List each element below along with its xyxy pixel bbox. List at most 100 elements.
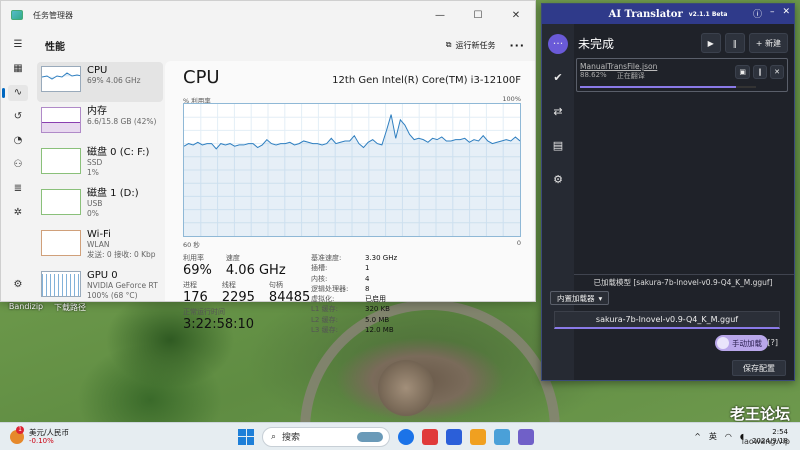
input-language[interactable]: 英 (709, 431, 717, 442)
stat-processes: 进程 176 (183, 281, 208, 305)
stat-uptime: 正常运行时间 3:22:58:10 (183, 308, 255, 332)
perf-item-disk-1[interactable]: 磁盘 1 (D:) USB 0% (37, 185, 163, 225)
section-heading: 未完成 (578, 36, 615, 51)
minimize-button[interactable]: – (770, 7, 775, 20)
model-file-field[interactable]: sakura-7b-lnovel-v0.9-Q4_K_M.gguf (554, 311, 780, 329)
help-link[interactable]: [?] (768, 338, 779, 347)
ai-translator-taskbar-icon[interactable] (518, 428, 534, 445)
divider (574, 274, 794, 275)
task-progress-bar (580, 86, 756, 88)
stat-threads: 线程 2295 (221, 281, 255, 305)
fx-name: 美元/人民币 (29, 427, 70, 437)
users-icon[interactable]: ⚇ (8, 157, 28, 173)
run-task-icon: ⧉ (445, 40, 452, 49)
graph-bottom-axis: 60 秒 0 (183, 239, 521, 249)
minimize-button[interactable]: — (421, 10, 459, 21)
perf-item-wifi[interactable]: Wi-Fi WLAN 发送: 0 接收: 0 Kbp (37, 226, 163, 266)
info-icon[interactable]: ⓘ (753, 7, 762, 20)
stat-speed: 速度 4.06 GHz (225, 254, 286, 278)
cpu-stats: 利用率 69% 速度 4.06 GHz 进程 176 线程 2295 句柄 84… (183, 253, 313, 332)
perf-sub: 0% (87, 209, 99, 218)
perf-sub: 1% (87, 168, 99, 177)
memory-thumbnail-graph (41, 107, 81, 133)
close-button[interactable]: ✕ (497, 10, 535, 21)
menu-icon[interactable]: ☰ (8, 37, 28, 53)
perf-sub: USB (87, 199, 103, 208)
task-card[interactable]: ManualTransFile.json 88.62% 正在翻译 ▣ ‖ ✕ (576, 58, 788, 92)
maximize-button[interactable]: ☐ (459, 10, 497, 21)
perf-name: Wi-Fi (87, 229, 111, 240)
toggle-knob (717, 337, 729, 349)
history-icon[interactable]: ↺ (8, 109, 28, 125)
perf-sub: 发送: 0 接收: 0 Kbp (87, 250, 156, 259)
convert-icon[interactable]: ⇄ (548, 102, 568, 122)
task-manager-taskbar-icon[interactable] (494, 428, 510, 445)
windows-start-icon[interactable] (238, 428, 254, 445)
loader-select[interactable]: 内置加载器 ▾ (550, 291, 610, 305)
perf-item-disk-0[interactable]: 磁盘 0 (C: F:) SSD 1% (37, 144, 163, 184)
edge-icon[interactable] (398, 428, 414, 445)
settings-icon[interactable]: ⚙ (8, 277, 28, 293)
task-pause-button[interactable]: ‖ (753, 65, 767, 79)
stat-utilization: 利用率 69% (183, 254, 212, 278)
services-icon[interactable]: ✲ (8, 205, 28, 221)
close-button[interactable]: ✕ (782, 7, 790, 20)
tray-chevron-icon[interactable]: ^ (694, 432, 701, 441)
more-options-button[interactable]: ··· (509, 39, 525, 52)
open-folder-button[interactable]: ▣ (735, 65, 750, 79)
page-header: 性能 ⧉ 运行新任务 ··· (35, 31, 535, 59)
cpu-model: 12th Gen Intel(R) Core(TM) i3-12100F (332, 75, 521, 86)
title-bar[interactable]: 任务管理器 — ☐ ✕ (1, 1, 535, 29)
run-new-task-button[interactable]: ⧉ 运行新任务 (446, 40, 496, 51)
cpu-detail-panel: CPU 12th Gen Intel(R) Core(TM) i3-12100F… (165, 61, 535, 334)
clipboard-icon[interactable]: ▤ (548, 136, 568, 156)
taskbar-apps: ⌕ 搜索 (238, 426, 534, 447)
wifi-icon[interactable]: ◠ (725, 432, 732, 441)
nav-rail: ☰ ▦ ∿ ↺ ◔ ⚇ ≣ ✲ ⚙ (1, 31, 35, 301)
perf-name: 内存 (87, 106, 107, 117)
perf-name: 磁盘 1 (D:) (87, 188, 139, 199)
fx-change: -0.10% (29, 436, 54, 445)
perf-item-memory[interactable]: 内存 6.6/15.8 GB (42%) (37, 103, 163, 143)
translator-version: v2.1.1 Beta (688, 10, 728, 18)
loaded-model-label: 已加载模型 [sakura-7b-lnovel-v0.9-Q4_K_M.gguf… (593, 278, 773, 287)
currency-icon: 1 (10, 425, 24, 444)
fx-widget[interactable]: 1 美元/人民币 -0.10% (0, 425, 120, 446)
completed-icon[interactable]: ✔ (548, 68, 568, 88)
details-icon[interactable]: ≣ (8, 181, 28, 197)
time-span-label: 60 秒 (183, 241, 200, 249)
shield-app-icon[interactable] (470, 428, 486, 445)
manual-load-toggle[interactable]: 手动加载 (715, 335, 768, 351)
calendar-app-icon[interactable] (422, 428, 438, 445)
stat-handles: 句柄 84485 (268, 281, 311, 305)
store-icon[interactable] (446, 428, 462, 445)
new-task-button[interactable]: + 新建 (748, 33, 788, 53)
translator-title: AI Translator (608, 8, 683, 20)
settings-icon[interactable]: ⚙ (548, 170, 568, 190)
taskbar-search[interactable]: ⌕ 搜索 (262, 426, 390, 447)
wifi-thumbnail-graph (41, 230, 81, 256)
search-icon: ⌕ (271, 431, 277, 442)
gpu-thumbnail-graph (41, 271, 81, 297)
pause-button[interactable]: ‖ (724, 33, 745, 53)
task-header: 未完成 ▶ ‖ + 新建 (578, 32, 788, 54)
window-title: 任务管理器 (33, 10, 73, 20)
gazebo-roof (378, 360, 434, 416)
task-percent: 88.62% (580, 71, 607, 79)
translator-title-bar[interactable]: AI Translator v2.1.1 Beta ⓘ – ✕ (542, 4, 794, 24)
watermark-url: laowang.vip (741, 437, 790, 446)
cpu-title: CPU (183, 67, 220, 88)
task-remove-button[interactable]: ✕ (770, 65, 784, 79)
cpu-thumbnail-graph (41, 66, 81, 92)
perf-name: CPU (87, 65, 108, 76)
save-config-button[interactable]: 保存配置 (732, 360, 786, 376)
start-button[interactable]: ▶ (700, 33, 721, 53)
perf-item-gpu[interactable]: GPU 0 NVIDIA GeForce RT 100% (68 °C) (37, 267, 163, 301)
processes-icon[interactable]: ▦ (8, 61, 28, 77)
startup-icon[interactable]: ◔ (8, 133, 28, 149)
perf-sub: SSD (87, 158, 103, 167)
perf-item-cpu[interactable]: CPU 69% 4.06 GHz (37, 62, 163, 102)
pending-tasks-icon[interactable]: ··· (548, 34, 568, 54)
perf-sub: 6.6/15.8 GB (42%) (87, 117, 157, 126)
performance-icon[interactable]: ∿ (2, 85, 28, 101)
